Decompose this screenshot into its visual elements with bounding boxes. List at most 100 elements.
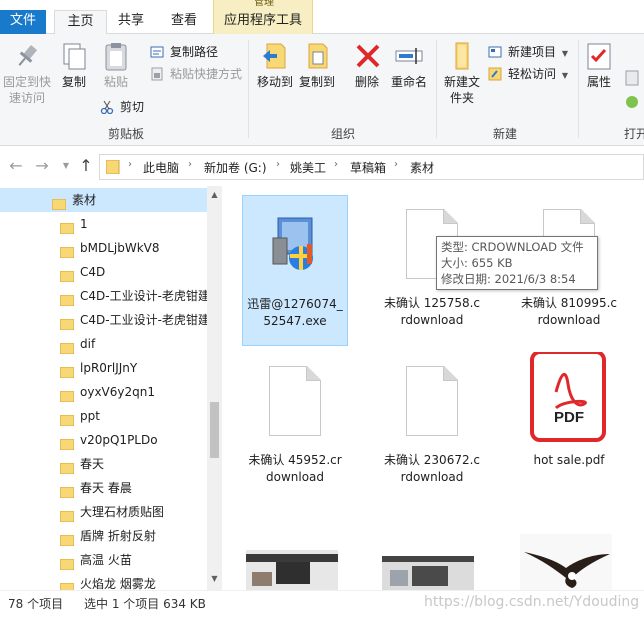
copy-to-button[interactable]: 复制到 <box>298 40 336 90</box>
edit-icon[interactable] <box>624 94 644 110</box>
breadcrumb-folder[interactable]: 姚美工 <box>290 159 326 176</box>
folder-icon <box>59 554 75 571</box>
tree-item[interactable]: 火焰龙 烟雾龙 <box>0 572 207 590</box>
image-thumbnail[interactable] <box>520 534 612 590</box>
easy-access-button[interactable]: 轻松访问 ▼ <box>488 65 568 83</box>
status-bar: 78 个项目 选中 1 个项目 634 KB https://blog.csdn… <box>0 590 644 620</box>
breadcrumb-chevron-icon: › <box>128 159 132 170</box>
tree-item[interactable]: C4D-工业设计-老虎钳建模 <box>0 284 207 308</box>
tree-item[interactable]: 大理石材质贴图 <box>0 500 207 524</box>
tree-item-selected[interactable]: 素材 <box>0 188 208 212</box>
image-thumbnail[interactable] <box>246 550 338 590</box>
tree-item[interactable]: v20pQ1PLDo <box>0 428 207 452</box>
tab-home[interactable]: 主页 <box>54 10 107 35</box>
file-tile[interactable]: PDF hot sale.pdf <box>516 350 622 469</box>
scroll-down-icon[interactable]: ▼ <box>207 574 222 583</box>
file-name: hot sale.pdf <box>533 453 605 467</box>
vertical-scrollbar[interactable]: ▲ ▼ <box>207 186 222 590</box>
recent-locations-chevron-icon[interactable]: ▼ <box>56 161 76 170</box>
scrollbar-thumb[interactable] <box>210 402 219 458</box>
folder-icon <box>59 458 75 475</box>
navigation-pane: 素材 1 bMDLjbWkV8 C4D C4D-工业设计-老虎钳建模 C4D-工业设计-… <box>0 186 222 590</box>
tree-item[interactable]: 盾牌 折射反射 <box>0 524 207 548</box>
tree-item[interactable]: bMDLjbWkV8 <box>0 236 207 260</box>
image-thumbnail[interactable] <box>382 556 474 590</box>
breadcrumb-folder[interactable]: 草稿箱 <box>350 159 386 176</box>
group-separator <box>248 40 249 138</box>
tree-item[interactable]: oyxV6y2qn1 <box>0 380 207 404</box>
tree-item[interactable]: C4D-工业设计-老虎钳建模 <box>0 308 207 332</box>
ribbon-tab-bar: 管理 文件 主页 共享 查看 应用程序工具 <box>0 0 644 35</box>
folder-icon <box>105 159 122 175</box>
tree-item-label: 素材 <box>72 193 97 207</box>
new-item-button[interactable]: 新建项目 ▼ <box>488 43 568 61</box>
delete-label: 删除 <box>354 75 379 89</box>
folder-icon <box>59 314 75 331</box>
file-info-tooltip: 类型: CRDOWNLOAD 文件 大小: 655 KB 修改日期: 2021/… <box>436 236 598 290</box>
move-to-button[interactable]: 移动到 <box>256 40 294 90</box>
tree-item[interactable]: 高温 火苗 <box>0 548 207 572</box>
new-folder-icon <box>446 40 478 72</box>
copy-label: 复制 <box>61 75 86 89</box>
tree-item-label: 火焰龙 烟雾龙 <box>80 577 156 590</box>
tree-item[interactable]: C4D <box>0 260 207 284</box>
tree-item-label: dif <box>80 337 96 351</box>
tooltip-size: 大小: 655 KB <box>441 256 513 270</box>
tree-item[interactable]: 春天 春晨 <box>0 476 207 500</box>
breadcrumb-chevron-icon: › <box>394 159 398 170</box>
clipboard-icon <box>100 40 132 72</box>
file-tile[interactable]: 未确认 45952.crdownload <box>242 352 348 486</box>
new-folder-button[interactable]: 新建文件夹 <box>442 40 482 106</box>
ribbon: 固定到快速访问 复制 粘贴 复制路径 粘贴快捷方式 剪切 剪贴板 移动到 复制到… <box>0 34 644 146</box>
back-arrow-icon[interactable]: ← <box>6 156 26 175</box>
scroll-up-icon[interactable]: ▲ <box>207 190 222 199</box>
tree-item-label: oyxV6y2qn1 <box>80 385 155 399</box>
cut-button[interactable]: 剪切 <box>100 98 144 116</box>
folder-icon <box>59 506 75 523</box>
scissors-icon <box>100 100 114 115</box>
breadcrumb-drive-g[interactable]: 新加卷 (G:) <box>204 159 267 176</box>
tree-item[interactable]: 1 <box>0 212 207 236</box>
breadcrumb-this-pc[interactable]: 此电脑 <box>143 159 179 176</box>
folder-icon <box>59 386 75 403</box>
tree-item[interactable]: dif <box>0 332 207 356</box>
tree-item[interactable]: 春天 <box>0 452 207 476</box>
copy-button[interactable]: 复制 <box>58 40 90 90</box>
tooltip-type: 类型: CRDOWNLOAD 文件 <box>441 240 584 254</box>
address-bar[interactable]: › 此电脑 › 新加卷 (G:) › 姚美工 › 草稿箱 › 素材 <box>99 154 644 180</box>
tab-application-tools[interactable]: 应用程序工具 <box>214 10 312 34</box>
group-separator <box>578 40 579 138</box>
new-folder-label: 新建文件夹 <box>443 75 480 105</box>
breadcrumb-current[interactable]: 素材 <box>410 159 434 176</box>
tab-file[interactable]: 文件 <box>0 10 46 34</box>
forward-arrow-icon[interactable]: → <box>32 156 52 175</box>
folder-icon <box>59 578 75 590</box>
address-row: ← → ▼ ↑ › 此电脑 › 新加卷 (G:) › 姚美工 › 草稿箱 › 素… <box>0 147 644 185</box>
paste-shortcut-label: 粘贴快捷方式 <box>170 67 243 81</box>
tree-item-label: 大理石材质贴图 <box>80 505 165 519</box>
chevron-down-icon: ▼ <box>561 71 568 80</box>
properties-label: 属性 <box>586 75 611 89</box>
rename-button[interactable]: 重命名 <box>389 40 429 90</box>
folder-icon <box>59 362 75 379</box>
delete-x-icon <box>352 40 384 72</box>
tree-item[interactable]: ppt <box>0 404 207 428</box>
paste-shortcut-button[interactable]: 粘贴快捷方式 <box>150 65 242 83</box>
properties-button[interactable]: 属性 <box>583 40 615 90</box>
tab-view[interactable]: 查看 <box>163 10 205 34</box>
tree-item-label: 1 <box>80 217 88 231</box>
watermark-text: https://blog.csdn.net/Ydouding <box>424 594 640 610</box>
file-tile[interactable]: 未确认 230672.crdownload <box>379 352 485 486</box>
paste-button[interactable]: 粘贴 <box>100 40 132 90</box>
pin-quick-access-button[interactable]: 固定到快速访问 <box>2 40 52 106</box>
open-icon[interactable] <box>624 70 644 86</box>
tab-share[interactable]: 共享 <box>110 10 152 34</box>
folder-icon <box>59 434 75 451</box>
item-count: 78 个项目 <box>8 597 64 611</box>
file-name: 未确认 230672.crdownload <box>383 453 481 484</box>
copy-path-button[interactable]: 复制路径 <box>150 43 218 61</box>
file-tile[interactable]: 迅雷@1276074_52547.exe <box>242 195 348 346</box>
delete-button[interactable]: 删除 <box>352 40 382 90</box>
tree-item[interactable]: lpR0rlJJnY <box>0 356 207 380</box>
up-arrow-icon[interactable]: ↑ <box>76 156 96 175</box>
